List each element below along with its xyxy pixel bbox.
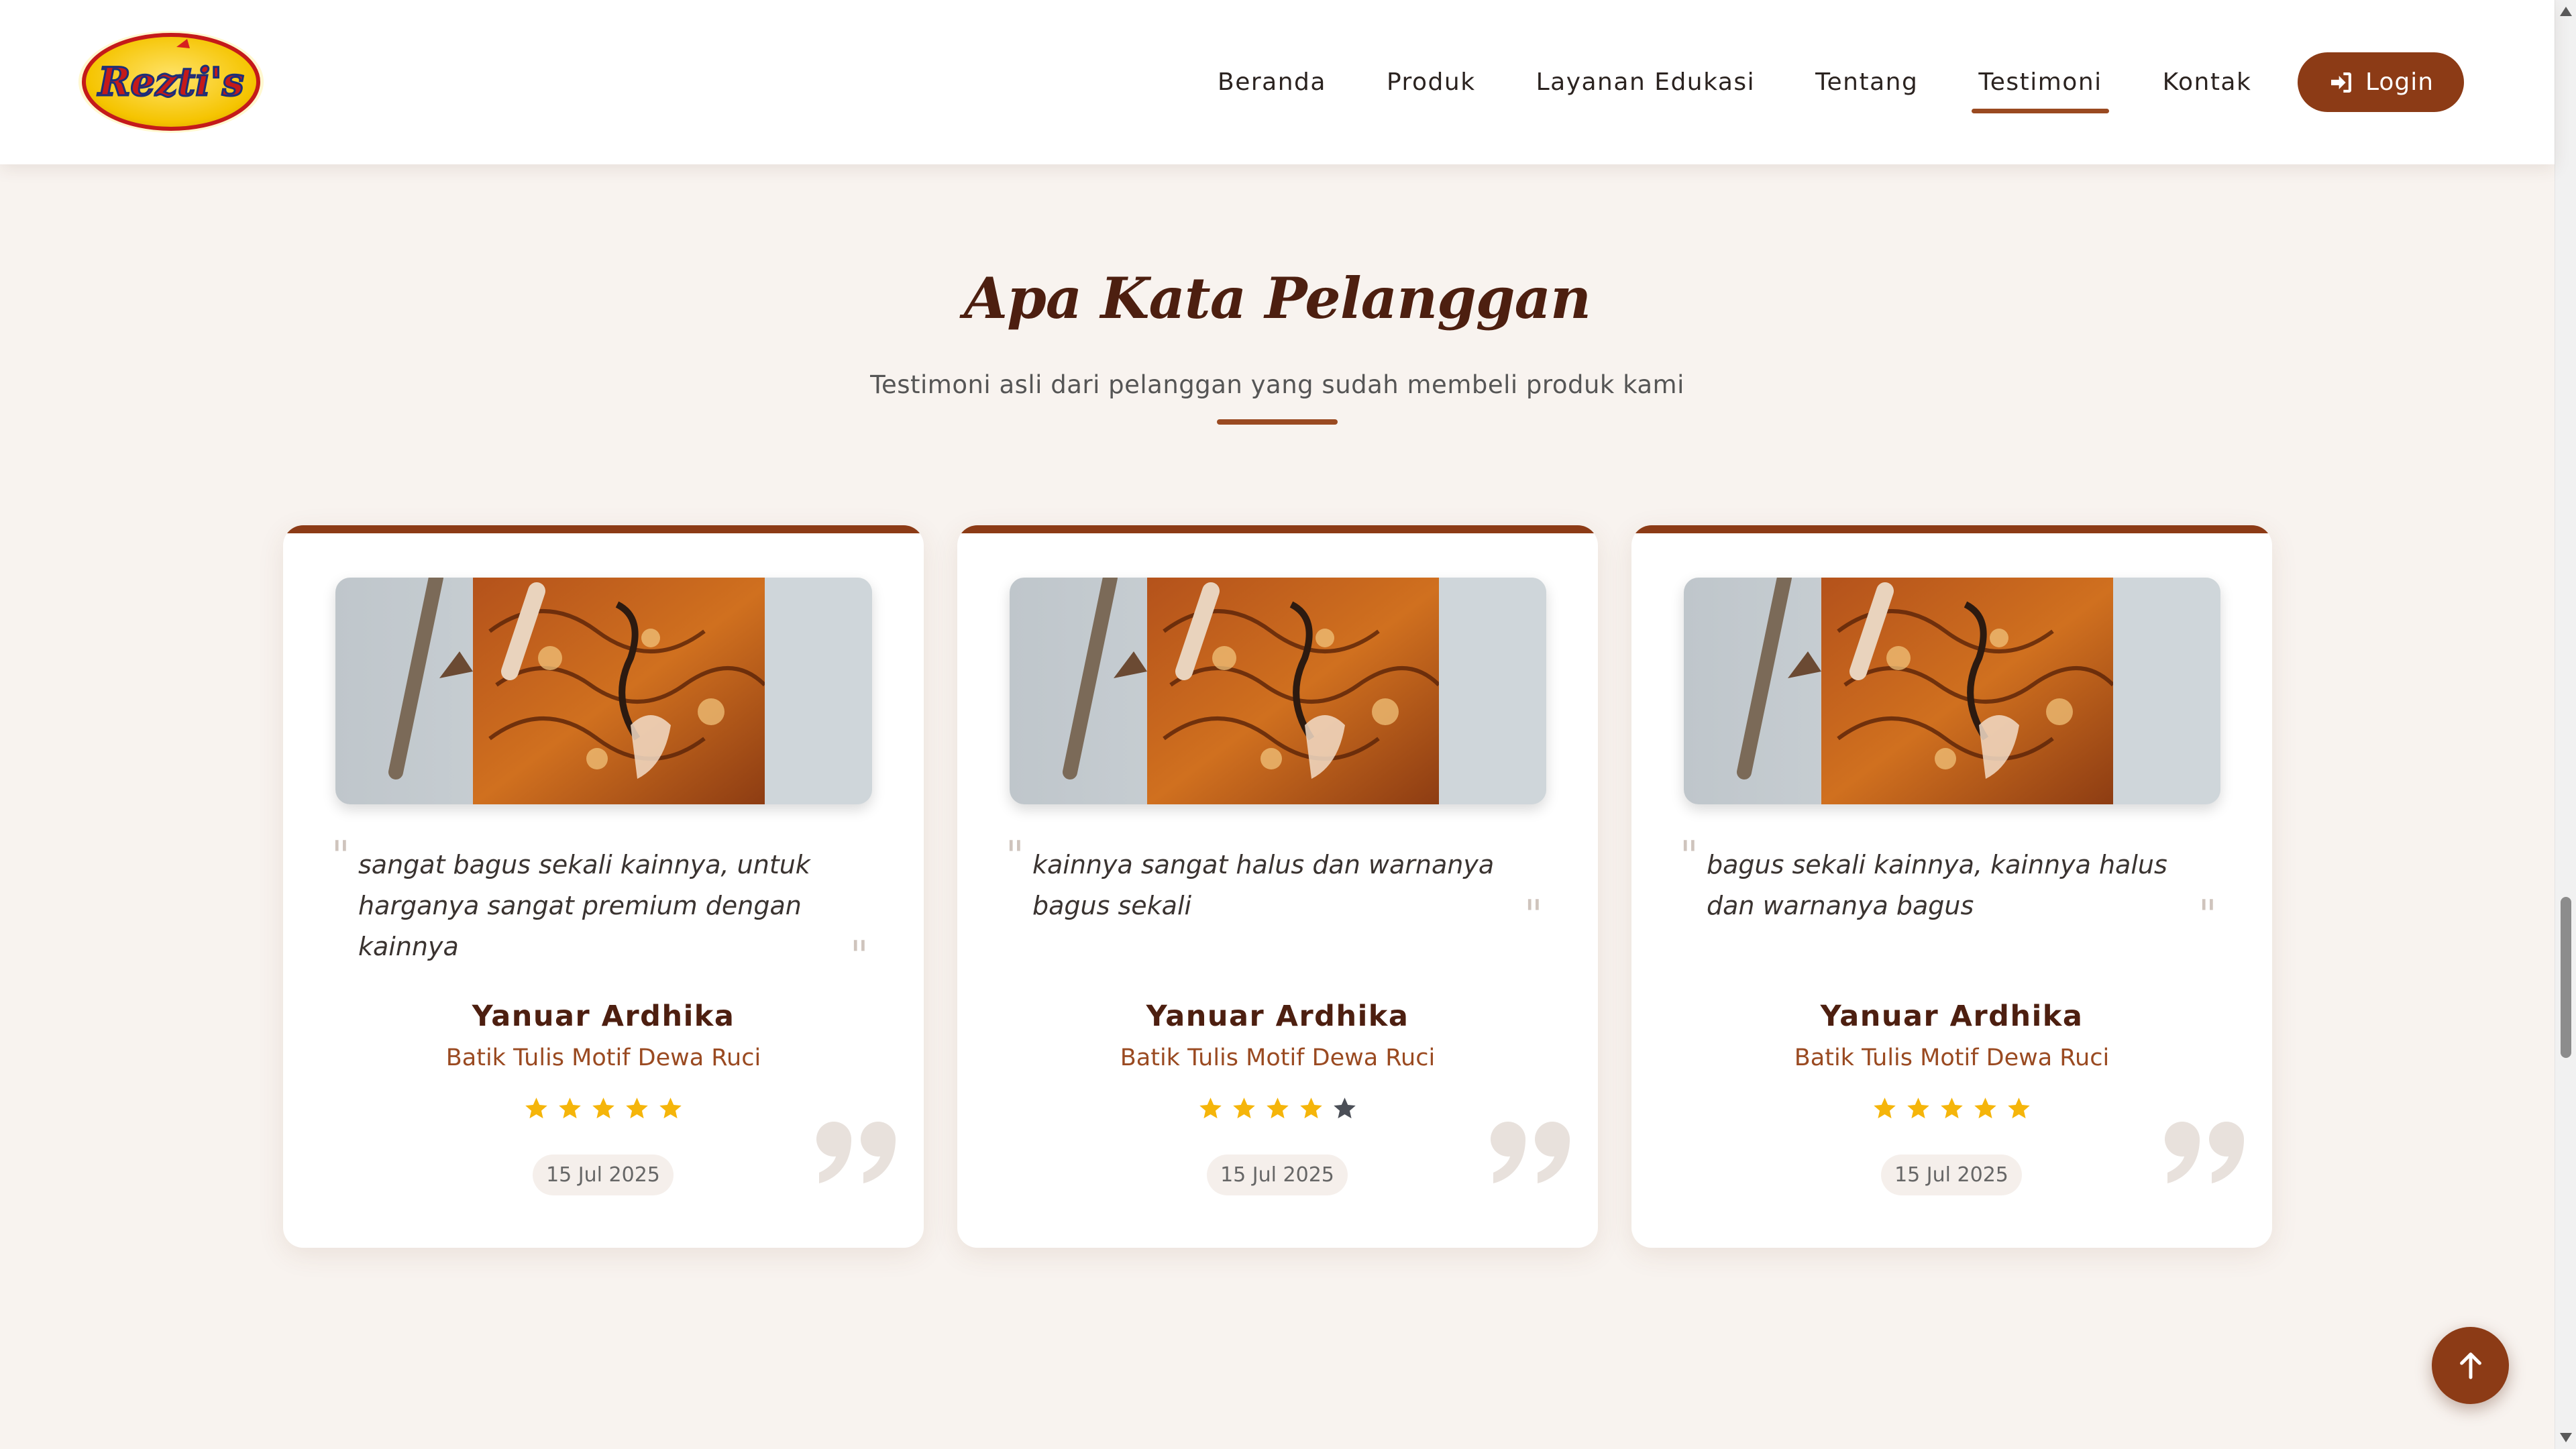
testimonial-card-2: " kainnya sangat halus dan warnanya bagu…: [957, 525, 1598, 1248]
title-divider: [1217, 419, 1338, 425]
star-filled-icon: [1974, 1097, 1996, 1119]
star-filled-icon: [559, 1097, 581, 1119]
star-filled-icon: [2008, 1097, 2030, 1119]
star-filled-icon: [1941, 1097, 1963, 1119]
nav-produk[interactable]: Produk: [1356, 0, 1506, 164]
star-filled-icon: [1874, 1097, 1896, 1119]
star-filled-icon: [626, 1097, 648, 1119]
brand-logo[interactable]: Rezti's: [76, 28, 267, 136]
testimonial-text: sangat bagus sekali kainnya, untuk harga…: [358, 850, 810, 961]
scroll-up-arrow-icon[interactable]: [2560, 7, 2572, 16]
section-subtitle: Testimoni asli dari pelanggan yang sudah…: [870, 370, 1684, 399]
main-nav: Beranda Produk Layanan Edukasi Tentang T…: [1187, 0, 2282, 164]
open-quote-icon: ": [1680, 833, 1699, 879]
close-quote-icon: ": [1524, 892, 1543, 938]
star-filled-icon: [1907, 1097, 1929, 1119]
batik-photo-icon: [1010, 578, 1546, 804]
nav-testimoni[interactable]: Testimoni: [1948, 0, 2132, 164]
nav-beranda[interactable]: Beranda: [1187, 0, 1356, 164]
page: Rezti's Beranda Produk Layanan Edukasi T…: [0, 0, 2555, 1449]
back-to-top-button[interactable]: [2432, 1327, 2509, 1404]
star-filled-icon: [525, 1097, 547, 1119]
batik-photo-icon: [335, 578, 872, 804]
quote-icon: [1491, 1122, 1570, 1183]
arrow-up-icon: [2459, 1352, 2481, 1379]
logo-icon: Rezti's: [78, 31, 264, 133]
product-image: [335, 578, 872, 804]
quote-icon: [2165, 1122, 2244, 1183]
scroll-thumb[interactable]: [2561, 897, 2571, 1058]
product-name: Batik Tulis Motif Dewa Ruci: [445, 1044, 761, 1071]
star-rating: [957, 1095, 1598, 1122]
page-scrollbar[interactable]: [2555, 0, 2576, 1449]
star-filled-icon: [1199, 1097, 1222, 1119]
star-filled-icon: [659, 1097, 682, 1119]
close-quote-icon: ": [2198, 892, 2217, 938]
sign-in-icon: [2330, 72, 2351, 93]
testimonial-date: 15 Jul 2025: [533, 1155, 674, 1195]
star-filled-icon: [1233, 1097, 1255, 1119]
star-filled-icon: [592, 1097, 614, 1119]
product-name: Batik Tulis Motif Dewa Ruci: [1794, 1044, 2110, 1071]
quote-icon: [816, 1122, 896, 1183]
section-title: Apa Kata Pelanggan: [963, 265, 1591, 331]
testimonial-card-3: " bagus sekali kainnya, kainnya halus da…: [1631, 525, 2272, 1248]
testimonial-date: 15 Jul 2025: [1881, 1155, 2022, 1195]
login-button[interactable]: Login: [2298, 52, 2464, 112]
product-image: [1010, 578, 1546, 804]
testimonial-text: bagus sekali kainnya, kainnya halus dan …: [1707, 850, 2167, 920]
testimonial-date: 15 Jul 2025: [1207, 1155, 1348, 1195]
login-label: Login: [2365, 68, 2434, 96]
logo-text: Rezti's: [97, 59, 244, 105]
open-quote-icon: ": [1006, 833, 1024, 879]
navbar: Rezti's Beranda Produk Layanan Edukasi T…: [0, 0, 2555, 164]
nav-layanan-edukasi[interactable]: Layanan Edukasi: [1506, 0, 1786, 164]
customer-name: Yanuar Ardhika: [472, 1000, 735, 1033]
star-rating: [283, 1095, 924, 1122]
nav-tentang[interactable]: Tentang: [1785, 0, 1948, 164]
star-empty-icon: [1334, 1097, 1356, 1119]
product-name: Batik Tulis Motif Dewa Ruci: [1120, 1044, 1436, 1071]
customer-name: Yanuar Ardhika: [1146, 1000, 1409, 1033]
testimonial-text: kainnya sangat halus dan warnanya bagus …: [1032, 850, 1495, 920]
batik-photo-icon: [1684, 578, 2220, 804]
product-image: [1684, 578, 2220, 804]
star-rating: [1631, 1095, 2272, 1122]
close-quote-icon: ": [850, 932, 869, 979]
star-filled-icon: [1267, 1097, 1289, 1119]
testimonial-card-1: " sangat bagus sekali kainnya, untuk har…: [283, 525, 924, 1248]
open-quote-icon: ": [331, 833, 350, 879]
star-filled-icon: [1300, 1097, 1322, 1119]
customer-name: Yanuar Ardhika: [1820, 1000, 2084, 1033]
scroll-down-arrow-icon[interactable]: [2560, 1433, 2572, 1442]
nav-kontak[interactable]: Kontak: [2133, 0, 2282, 164]
